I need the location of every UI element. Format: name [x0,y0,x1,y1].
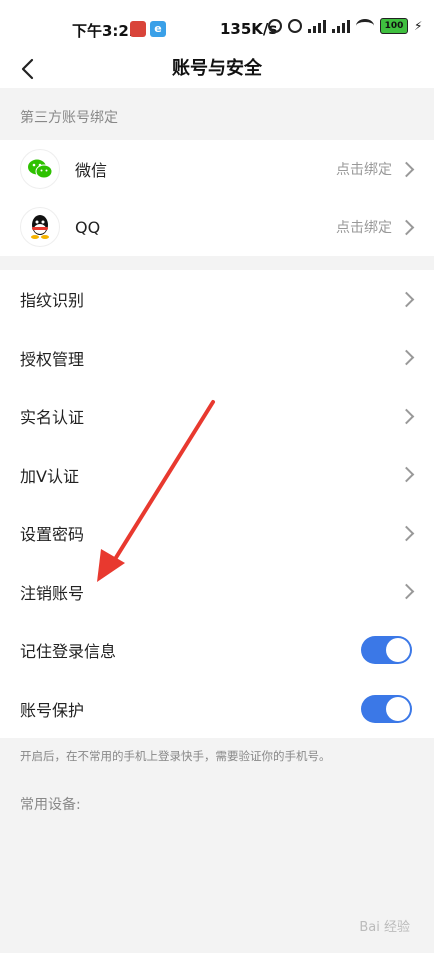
charging-icon: ⚡ [414,19,423,33]
menu-item-label: 授权管理 [20,349,85,369]
nav-bar: 账号与安全 [0,56,434,88]
mute-icon [268,19,282,33]
remember-login-toggle[interactable] [361,636,412,665]
signal-icon-2 [332,19,350,33]
bind-wechat-row[interactable]: 微信 点击绑定 [0,140,434,198]
browser-notification-icon: e [150,21,166,37]
chevron-right-icon [398,291,415,308]
qq-icon [20,207,60,247]
notification-app-icon [130,21,146,37]
menu-item-label: 加V认证 [20,466,79,486]
status-icons: 100 ⚡ [268,18,422,34]
menu-item-set-password[interactable]: 设置密码 [0,504,434,563]
alarm-icon [288,19,302,33]
menu-item-label: 设置密码 [20,525,85,545]
menu-item-label: 注销账号 [20,583,85,603]
section-gap [0,256,434,270]
status-bar: 下午3:22 e 135K/s 100 ⚡ [0,0,434,56]
chevron-right-icon [398,583,415,600]
menu-item-label: 实名认证 [20,408,85,428]
menu-item-verify-v[interactable]: 加V认证 [0,446,434,505]
qq-label: QQ [75,217,101,237]
chevron-right-icon [398,349,415,366]
wifi-icon [356,19,374,33]
menu-item-authorization[interactable]: 授权管理 [0,329,434,388]
toggle-label: 记住登录信息 [20,642,117,662]
menu-item-label: 指纹识别 [20,291,85,311]
third-party-list: 微信 点击绑定 QQ 点击绑定 [0,140,434,256]
wechat-label: 微信 [75,161,108,180]
watermark: Bai 经验 [359,920,410,935]
bind-qq-row[interactable]: QQ 点击绑定 [0,198,434,256]
account-protection-toggle[interactable] [361,694,412,723]
chevron-right-icon [398,525,415,542]
qq-bind-link[interactable]: 点击绑定 [336,217,392,237]
chevron-right-icon [398,161,415,177]
wechat-icon [20,149,60,189]
chevron-right-icon [398,466,415,483]
toggle-row-remember-login: 记住登录信息 [0,621,434,680]
third-party-section-title: 第三方账号绑定 [0,96,434,140]
wechat-bind-link[interactable]: 点击绑定 [336,159,392,179]
toggle-label: 账号保护 [20,700,85,720]
signal-icon [308,19,326,33]
devices-section-title: 常用设备: [20,797,81,813]
chevron-right-icon [398,408,415,425]
menu-item-fingerprint[interactable]: 指纹识别 [0,270,434,329]
security-menu: 指纹识别 授权管理 实名认证 加V认证 设置密码 注销账号 记住登录信息 账号保… [0,270,434,738]
page-title: 账号与安全 [172,58,262,79]
menu-item-real-name[interactable]: 实名认证 [0,387,434,446]
battery-icon: 100 [380,18,408,34]
protection-note: 开启后，在不常用的手机上登录快手，需要验证你的手机号。 [20,749,331,763]
chevron-right-icon [398,219,415,235]
toggle-row-account-protection: 账号保护 [0,680,434,739]
menu-item-cancel-account[interactable]: 注销账号 [0,563,434,622]
